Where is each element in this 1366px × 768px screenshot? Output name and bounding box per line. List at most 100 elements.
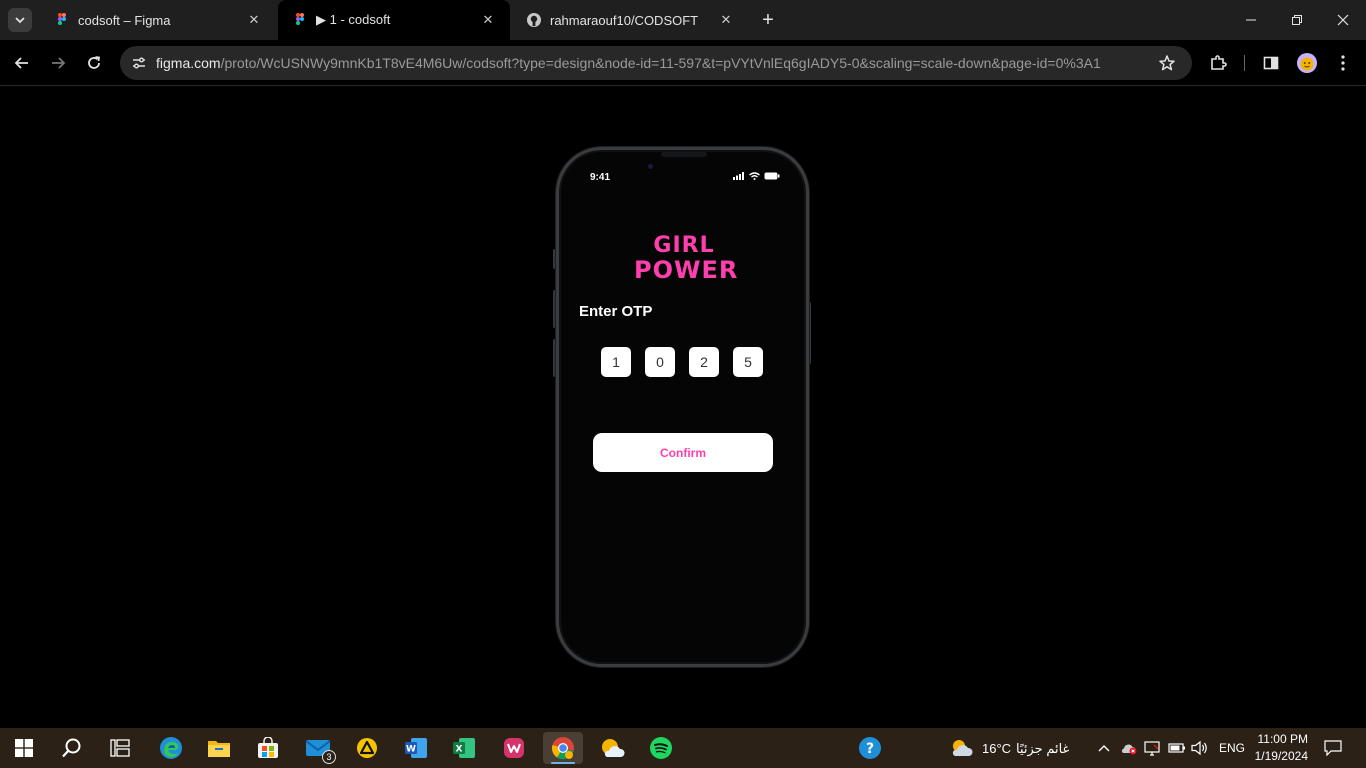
taskbar-chrome[interactable]: [543, 732, 583, 764]
girl-power-logo: GIRL POWER: [634, 233, 739, 284]
tray-network[interactable]: [1142, 732, 1164, 764]
chevron-up-icon: [1098, 745, 1110, 752]
back-button[interactable]: [9, 50, 35, 76]
bookmark-star-icon[interactable]: [1156, 52, 1178, 74]
phone-frame: 9:41 GIRL POWER Enter OTP 1 0 2 5 Confir…: [556, 147, 809, 667]
tab-github-codsoft[interactable]: rahmaraouf10/CODSOFT ✕: [512, 0, 748, 40]
svg-text:W: W: [406, 745, 416, 755]
taskbar-store[interactable]: [248, 732, 288, 764]
profile-avatar[interactable]: [1294, 50, 1320, 76]
otp-digit-1[interactable]: 1: [601, 347, 631, 377]
address-bar[interactable]: figma.com/proto/WcUSNWy9mnKb1T8vE4M6Uw/c…: [120, 46, 1192, 80]
browser-menu-button[interactable]: [1330, 50, 1356, 76]
taskbar-app-yellow[interactable]: [347, 732, 387, 764]
edge-icon: [160, 737, 182, 759]
toolbar-divider: [1244, 55, 1245, 71]
otp-title: Enter OTP: [579, 303, 653, 320]
language-indicator[interactable]: ENG: [1219, 741, 1245, 755]
weather-condition: غائم جزئيًا: [1016, 741, 1070, 756]
network-icon: [1144, 741, 1160, 756]
start-button[interactable]: [4, 732, 44, 764]
clock[interactable]: 11:00 PM 1/19/2024: [1250, 731, 1312, 765]
taskbar-mail[interactable]: 3: [298, 732, 338, 764]
avatar-icon: [1297, 53, 1317, 73]
notification-icon: [1324, 740, 1342, 756]
otp-digit-2[interactable]: 0: [645, 347, 675, 377]
tray-onedrive[interactable]: [1118, 732, 1140, 764]
tab-title: ▶ 1 - codsoft: [316, 12, 391, 27]
svg-text:X: X: [456, 745, 463, 755]
taskbar-weather[interactable]: [592, 732, 632, 764]
store-icon: [258, 737, 278, 758]
arrow-right-icon: [52, 57, 66, 69]
tab-title: rahmaraouf10/CODSOFT: [550, 12, 699, 28]
otp-digit-3[interactable]: 2: [689, 347, 719, 377]
minimize-button[interactable]: [1228, 0, 1274, 40]
close-icon[interactable]: ✕: [246, 12, 262, 28]
tab-strip: codsoft – Figma ✕ ▶ 1 - codsoft ✕ rahmar…: [0, 0, 1366, 40]
otp-digit-4[interactable]: 5: [733, 347, 763, 377]
close-icon: [1337, 14, 1349, 26]
taskbar-file-explorer[interactable]: [199, 732, 239, 764]
camera-dot: [648, 164, 653, 169]
restore-icon: [1292, 15, 1302, 25]
forward-button[interactable]: [45, 50, 71, 76]
prototype-viewer: 9:41 GIRL POWER Enter OTP 1 0 2 5 Confir…: [0, 87, 1366, 728]
close-icon[interactable]: ✕: [718, 12, 734, 28]
taskbar-wps[interactable]: [494, 732, 534, 764]
clock-time: 11:00 PM: [1257, 732, 1308, 746]
close-window-button[interactable]: [1320, 0, 1366, 40]
browser-toolbar: figma.com/proto/WcUSNWy9mnKb1T8vE4M6Uw/c…: [0, 40, 1366, 86]
task-view-button[interactable]: [100, 732, 140, 764]
side-panel-button[interactable]: [1258, 50, 1284, 76]
signal-icon: [733, 172, 744, 180]
weather-widget[interactable]: [942, 732, 982, 764]
wifi-icon: [749, 172, 760, 180]
excel-icon: X: [453, 738, 475, 758]
extensions-button[interactable]: [1205, 50, 1231, 76]
weather-temp: 16°C: [982, 741, 1012, 756]
restore-button[interactable]: [1274, 0, 1320, 40]
new-tab-button[interactable]: +: [757, 10, 779, 32]
wps-icon: [504, 738, 524, 758]
show-hidden-icons-button[interactable]: [1092, 732, 1116, 764]
word-icon: W: [405, 738, 427, 758]
chevron-down-icon: [15, 17, 25, 24]
taskbar-excel[interactable]: X: [444, 732, 484, 764]
figma-icon: [58, 13, 66, 25]
reload-icon: [88, 56, 101, 69]
notification-center-button[interactable]: [1316, 732, 1350, 764]
otp-input-group: 1 0 2 5: [601, 347, 763, 377]
figma-icon: [296, 13, 304, 25]
close-icon[interactable]: ✕: [480, 12, 496, 28]
reload-button[interactable]: [81, 50, 107, 76]
taskbar-edge[interactable]: [151, 732, 191, 764]
confirm-button[interactable]: Confirm: [593, 433, 773, 472]
mail-badge: 3: [322, 750, 336, 764]
tab-search-button[interactable]: [8, 8, 32, 32]
svg-text:?: ?: [866, 741, 874, 757]
volume-icon: [1191, 740, 1207, 756]
tab-codsoft-figma[interactable]: codsoft – Figma ✕: [40, 0, 276, 40]
task-view-icon: [110, 739, 130, 757]
status-time: 9:41: [590, 172, 611, 183]
taskbar: 3 W X ? 16°C غائم جزئيًا ENG 11:00 PM 1/…: [0, 728, 1366, 768]
site-info-icon[interactable]: [130, 54, 148, 72]
taskbar-word[interactable]: W: [396, 732, 436, 764]
help-icon: ?: [859, 737, 881, 759]
puzzle-icon: [1211, 55, 1227, 70]
chrome-icon: [551, 737, 574, 760]
folder-icon: [208, 741, 230, 757]
triangle-app-icon: [357, 738, 377, 758]
github-icon: [527, 13, 541, 27]
tray-volume[interactable]: [1189, 732, 1211, 764]
tab-codsoft-prototype[interactable]: ▶ 1 - codsoft ✕: [278, 0, 510, 40]
taskbar-help[interactable]: ?: [850, 732, 890, 764]
spotify-icon: [650, 737, 672, 759]
tray-battery[interactable]: [1166, 732, 1188, 764]
search-button[interactable]: [52, 732, 92, 764]
partly-cloudy-icon: [952, 740, 973, 756]
taskbar-spotify[interactable]: [641, 732, 681, 764]
minimize-icon: [1246, 19, 1256, 21]
side-panel-icon: [1263, 56, 1279, 70]
